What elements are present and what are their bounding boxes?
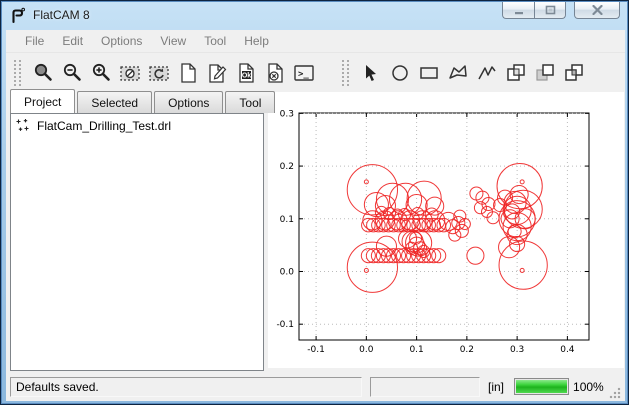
menu-edit[interactable]: Edit [53,31,92,51]
replot-button[interactable] [144,58,173,87]
replot-icon [148,62,170,84]
subtract-icon [563,62,585,84]
plot-canvas[interactable]: -0.1 0.0 0.1 0.2 0.3 0.4 -0.1 0.0 0.1 0.2 0.3 [268,92,624,368]
select-tool-button[interactable] [356,58,385,87]
tab-project[interactable]: Project [10,89,75,113]
intersection-icon [534,62,556,84]
edit-geometry-button[interactable] [202,58,231,87]
progress-percent-label: 100% [573,380,604,394]
close-button[interactable] [574,2,620,19]
y-tick-label: -0.1 [276,320,294,330]
zoom-out-button[interactable] [57,58,86,87]
rectangle-tool-icon [418,62,440,84]
union-icon [505,62,527,84]
close-icon [592,5,603,15]
menu-tool[interactable]: Tool [195,31,235,51]
draw-circle-button[interactable] [385,58,414,87]
draw-rectangle-button[interactable] [414,58,443,87]
shell-icon: >_ [293,62,315,84]
minimize-icon [514,6,524,15]
tab-options[interactable]: Options [154,91,223,113]
menu-bar: File Edit Options View Tool Help [6,30,625,53]
new-geometry-button[interactable] [173,58,202,87]
resize-grip-icon[interactable] [609,387,621,399]
menu-help[interactable]: Help [235,31,278,51]
maximize-button[interactable] [534,2,566,19]
status-message-panel: Defaults saved. [10,377,362,397]
client-area: File Edit Options View Tool Help [6,30,625,401]
status-bar: Defaults saved. [in] 100% [6,372,625,401]
x-tick-label: 0.2 [460,345,474,355]
status-empty-panel [370,377,480,397]
zoom-fit-icon [32,62,54,84]
progress-fill [516,380,567,393]
edit-file-icon [206,62,228,84]
new-file-icon [177,62,199,84]
minimize-button[interactable] [502,2,534,19]
project-tree: FlatCam_Drilling_Test.drl [10,113,264,371]
cancel-edit-button[interactable] [260,58,289,87]
y-tick-label: 0.2 [280,162,294,172]
title-bar[interactable]: FlatCAM 8 [1,1,628,29]
tab-tool[interactable]: Tool [225,91,275,113]
cancel-file-icon [264,62,286,84]
tree-item-label: FlatCam_Drilling_Test.drl [37,119,171,133]
drill-object-icon [15,118,31,134]
menu-view[interactable]: View [151,31,195,51]
clear-plot-button[interactable] [115,58,144,87]
app-window: FlatCAM 8 File Edit Options View Tool He… [0,0,629,405]
ok-file-icon: Ok [235,62,257,84]
x-tick-label: 0.0 [359,345,374,355]
toolbar-handle-2[interactable] [342,60,349,86]
draw-path-button[interactable] [472,58,501,87]
menu-file[interactable]: File [16,31,53,51]
zoom-fit-button[interactable] [28,58,57,87]
left-panel-tabs: Project Selected Options Tool [10,91,277,113]
x-tick-label: 0.4 [560,345,575,355]
y-tick-label: 0.3 [280,109,294,119]
y-tick-label: 0.0 [280,267,295,277]
union-button[interactable] [501,58,530,87]
menu-options[interactable]: Options [92,31,151,51]
y-tick-label: 0.1 [280,215,294,225]
toolbar-handle[interactable] [14,60,21,86]
zoom-in-icon [90,62,112,84]
polygon-tool-icon [447,62,469,84]
units-label: [in] [488,380,504,394]
toolbar: Ok >_ [6,54,625,91]
intersection-button[interactable] [530,58,559,87]
circle-tool-icon [389,62,411,84]
tab-selected[interactable]: Selected [77,91,152,113]
svg-text:>_: >_ [298,69,309,79]
path-tool-icon [476,62,498,84]
draw-polygon-button[interactable] [443,58,472,87]
zoom-out-icon [61,62,83,84]
window-title: FlatCAM 8 [33,8,90,22]
update-geometry-button[interactable]: Ok [231,58,260,87]
x-tick-label: 0.3 [510,345,524,355]
drill-plot: -0.1 0.0 0.1 0.2 0.3 0.4 -0.1 0.0 0.1 0.2 0.3 [268,92,624,368]
progress-bar [514,378,569,395]
status-message: Defaults saved. [16,380,99,394]
x-tick-label: -0.1 [307,345,325,355]
window-controls [502,2,620,19]
maximize-icon [545,5,556,15]
zoom-in-button[interactable] [86,58,115,87]
tree-item-drill-object[interactable]: FlatCam_Drilling_Test.drl [11,114,263,136]
cursor-icon [360,62,382,84]
shell-button[interactable]: >_ [289,58,318,87]
svg-text:Ok: Ok [241,72,250,79]
clear-plot-icon [119,62,141,84]
subtract-button[interactable] [559,58,588,87]
x-tick-label: 0.1 [409,345,423,355]
flatcam-logo-icon [9,6,27,24]
axes-frame [299,113,589,340]
